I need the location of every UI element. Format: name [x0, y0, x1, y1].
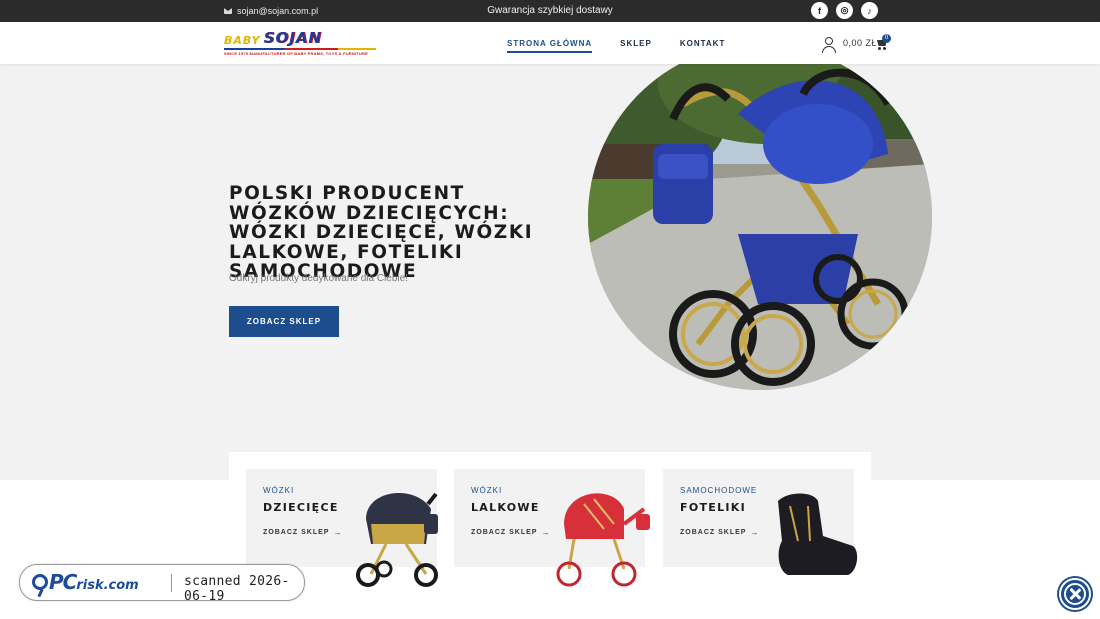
car-seat-product-image: [778, 493, 858, 575]
scan-watermark: PC risk.com scanned 2026-06-19: [19, 564, 305, 604]
stroller-product-image: [356, 492, 438, 587]
card-link-label: ZOBACZ SKLEP: [471, 529, 538, 536]
hero-title: POLSKI PRODUCENT WÓZKÓW DZIECIĘCYCH: WÓZ…: [229, 183, 534, 282]
email-text[interactable]: sojan@sojan.com.pl: [237, 6, 318, 16]
card-kicker: SAMOCHODOWE: [680, 486, 758, 495]
cart-total[interactable]: 0,00 ZŁ: [843, 38, 877, 48]
site-header: BABY SOJAN SINCE 1979 MANUFACTURER OF BA…: [0, 22, 1100, 64]
nav-item-home[interactable]: STRONA GŁÓWNA: [507, 39, 593, 53]
category-card-car-seats[interactable]: SAMOCHODOWE FOTELIKI ZOBACZ SKLEP →: [663, 469, 858, 575]
arrow-right-icon: →: [541, 528, 551, 537]
hero-section: POLSKI PRODUCENT WÓZKÓW DZIECIĘCYCH: WÓZ…: [0, 64, 1100, 480]
facebook-icon[interactable]: f: [811, 2, 828, 19]
social-links: f ◎ ♪: [811, 2, 878, 19]
site-logo[interactable]: BABY SOJAN SINCE 1979 MANUFACTURER OF BA…: [224, 29, 376, 56]
account-icon[interactable]: [822, 37, 836, 53]
card-shop-link[interactable]: ZOBACZ SKLEP →: [263, 528, 342, 537]
nav-item-shop[interactable]: SKLEP: [620, 39, 652, 48]
hero-subtitle: Odkryj produkty dedykowane dla Ciebie!: [229, 273, 408, 284]
promo-text: Gwarancja szybkiej dostawy: [487, 5, 613, 16]
category-card-strollers[interactable]: WÓZKI DZIECIĘCE ZOBACZ SKLEP →: [246, 469, 438, 587]
shop-button[interactable]: ZOBACZ SKLEP: [229, 306, 339, 337]
card-title: DZIECIĘCE: [263, 501, 339, 514]
card-kicker: WÓZKI: [471, 486, 503, 495]
cart-count-badge: 0: [882, 34, 891, 43]
top-bar: sojan@sojan.com.pl Gwarancja szybkiej do…: [0, 0, 1100, 22]
logo-baby: BABY: [224, 34, 261, 47]
hero-stroller-image: [588, 64, 932, 390]
card-title: LALKOWE: [471, 501, 540, 514]
nav-item-contact[interactable]: KONTAKT: [680, 39, 726, 48]
divider: [171, 574, 172, 592]
logo-stripe: [224, 48, 376, 50]
arrow-right-icon: →: [333, 528, 343, 537]
tiktok-icon[interactable]: ♪: [861, 2, 878, 19]
doll-pram-product-image: [556, 493, 650, 587]
card-link-label: ZOBACZ SKLEP: [263, 529, 330, 536]
logo-sojan: SOJAN: [263, 29, 322, 47]
logo-wordmark: BABY SOJAN: [224, 29, 376, 47]
stroller-photo: [588, 64, 932, 390]
category-cards: WÓZKI DZIECIĘCE ZOBACZ SKLEP → WÓZKI LAL…: [229, 452, 871, 602]
magnifier-icon: [32, 574, 48, 590]
close-icon[interactable]: [1059, 578, 1091, 610]
main-nav: STRONA GŁÓWNA SKLEP KONTAKT: [507, 22, 725, 64]
category-card-doll-prams[interactable]: WÓZKI LALKOWE ZOBACZ SKLEP →: [454, 469, 650, 587]
card-kicker: WÓZKI: [263, 486, 295, 495]
mail-icon: [224, 8, 232, 14]
card-title: FOTELIKI: [680, 501, 747, 514]
arrow-right-icon: →: [750, 528, 760, 537]
card-shop-link[interactable]: ZOBACZ SKLEP →: [680, 528, 759, 537]
pcrisk-logo: PC risk.com: [32, 570, 139, 594]
card-shop-link[interactable]: ZOBACZ SKLEP →: [471, 528, 550, 537]
contact-email[interactable]: sojan@sojan.com.pl: [224, 0, 318, 22]
card-link-label: ZOBACZ SKLEP: [680, 529, 747, 536]
logo-tagline: SINCE 1979 MANUFACTURER OF BABY PRAMS, T…: [224, 51, 368, 56]
instagram-icon[interactable]: ◎: [836, 2, 853, 19]
scanned-date: scanned 2026-06-19: [184, 574, 290, 604]
